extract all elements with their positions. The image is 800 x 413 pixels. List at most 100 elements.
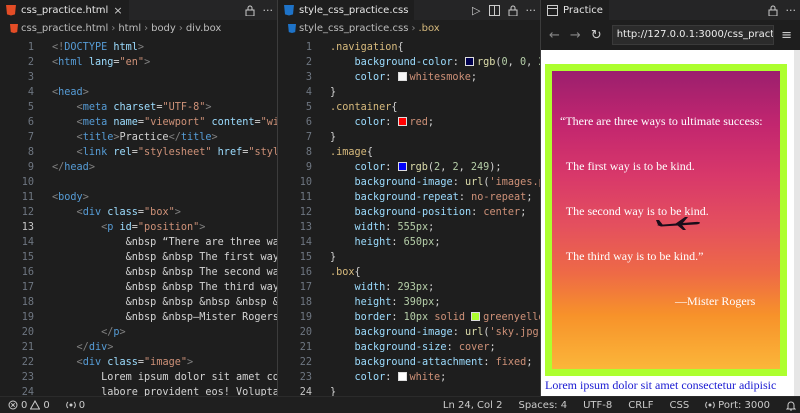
code-line[interactable]: color: white; [330, 370, 446, 385]
code-line[interactable]: .container{ [330, 100, 397, 115]
code-line[interactable]: .box{ [330, 265, 361, 280]
page-scrollbar[interactable] [794, 50, 800, 396]
code-line[interactable]: color: rgb(2, 2, 249); [330, 160, 502, 175]
code-line[interactable]: background-repeat: no-repeat; [330, 190, 533, 205]
css3-icon [288, 24, 296, 33]
code-line[interactable]: &nbsp &nbsp—Mister Rogers [52, 310, 277, 325]
code-line[interactable]: } [330, 385, 336, 396]
code-line[interactable]: height: 650px; [330, 235, 441, 250]
breadcrumb-html[interactable]: html [118, 23, 141, 34]
lock-icon[interactable] [768, 5, 778, 16]
menu-icon[interactable]: ≡ [781, 28, 792, 43]
breadcrumb-body[interactable]: body [151, 23, 176, 34]
code-line[interactable]: } [330, 130, 336, 145]
line-number: 12 [21, 207, 34, 218]
code-line[interactable]: background-image: url('sky.jpg' [330, 325, 540, 340]
line-number: 6 [305, 117, 312, 128]
line-number: 10 [299, 177, 312, 188]
code-line[interactable]: width: 293px; [330, 280, 435, 295]
code-line[interactable]: background-color: rgb(0, 0, 2 [330, 55, 540, 70]
code-line[interactable]: <body> [52, 190, 89, 205]
line-number: 22 [21, 357, 34, 368]
code-line[interactable]: .image{ [330, 145, 373, 160]
code-line[interactable]: <div class="image"> [52, 355, 194, 370]
breadcrumb-div-box[interactable]: div.box [186, 23, 222, 34]
code-line[interactable]: <link rel="stylesheet" href="styl [52, 145, 277, 160]
code-line[interactable]: labore provident eos! Volupta [52, 385, 277, 396]
line-number: 23 [299, 372, 312, 383]
code-line[interactable]: </p> [52, 325, 126, 340]
code-line[interactable]: width: 555px; [330, 220, 435, 235]
language-mode[interactable]: CSS [661, 400, 697, 411]
lock-icon[interactable] [508, 5, 518, 16]
line-number: 13 [299, 222, 312, 233]
code-line[interactable]: <p id="position"> [52, 220, 205, 235]
cursor-position[interactable]: Ln 24, Col 2 [435, 400, 511, 411]
code-line[interactable]: <html lang="en"> [52, 55, 150, 70]
line-number: 12 [299, 207, 312, 218]
indentation[interactable]: Spaces: 4 [510, 400, 575, 411]
line-number: 4 [27, 87, 34, 98]
tab-style-css-practice[interactable]: style_css_practice.css [278, 0, 415, 20]
breadcrumb-selector-box[interactable]: .box [418, 23, 439, 34]
close-tab-icon[interactable]: × [113, 4, 122, 17]
code-line[interactable]: </head> [52, 160, 95, 175]
line-number: 22 [299, 357, 312, 368]
forward-arrow-icon[interactable]: → [570, 28, 581, 43]
code-line[interactable]: &nbsp &nbsp The third way [52, 280, 277, 295]
code-line[interactable]: background-image: url('images.p [330, 175, 540, 190]
breadcrumb-file[interactable]: css_practice.html [21, 23, 108, 34]
lorem-text: Lorem ipsum dolor sit amet consectetur a… [545, 378, 777, 392]
split-editor-icon[interactable] [488, 4, 500, 16]
code-line[interactable]: <head> [52, 85, 89, 100]
code-line[interactable]: .navigation{ [330, 40, 404, 55]
notifications-bell-icon[interactable] [778, 400, 800, 411]
line-number: 17 [299, 282, 312, 293]
tab-practice-preview[interactable]: Practice [541, 0, 609, 20]
address-bar[interactable]: http://127.0.0.1:3000/css_practic [611, 25, 774, 45]
encoding[interactable]: UTF-8 [575, 400, 620, 411]
code-line[interactable]: <meta name="viewport" content="wi [52, 115, 277, 130]
code-line[interactable]: } [330, 85, 336, 100]
breadcrumb-file[interactable]: style_css_practice.css [299, 23, 408, 34]
code-line[interactable]: <title>Practice</title> [52, 130, 218, 145]
reload-icon[interactable]: ↻ [591, 28, 602, 43]
line-endings[interactable]: CRLF [620, 400, 661, 411]
port-label: Port: 3000 [718, 399, 770, 411]
code-line[interactable]: Lorem ipsum dolor sit amet co [52, 370, 277, 385]
code-line[interactable]: color: whitesmoke; [330, 70, 477, 85]
line-number: 8 [305, 147, 312, 158]
run-icon[interactable]: ▷ [472, 4, 480, 17]
ports-count: 0 [78, 399, 86, 411]
line-number: 19 [299, 312, 312, 323]
lock-icon[interactable] [245, 5, 255, 16]
quote-line: “There are three ways to ultimate succes… [560, 114, 763, 128]
tab-label: style_css_practice.css [299, 4, 409, 16]
code-line[interactable]: background-position: center; [330, 205, 527, 220]
code-line[interactable]: &nbsp “There are three wa [52, 235, 277, 250]
ports-indicator[interactable]: 0 [58, 400, 93, 411]
code-line[interactable]: <!DOCTYPE html> [52, 40, 144, 55]
code-line[interactable]: </div> [52, 340, 114, 355]
error-icon [8, 400, 18, 410]
code-line[interactable]: &nbsp &nbsp The first way [52, 250, 277, 265]
code-line[interactable]: background-size: cover; [330, 340, 496, 355]
code-line[interactable]: border: 10px solid greenyello [330, 310, 540, 325]
live-server-port[interactable]: Port: 3000 [697, 400, 778, 411]
code-line[interactable]: &nbsp &nbsp &nbsp &nbsp & [52, 295, 277, 310]
more-actions-icon[interactable]: ··· [526, 4, 537, 17]
code-line[interactable]: <div class="box"> [52, 205, 181, 220]
more-actions-icon[interactable]: ··· [263, 4, 274, 17]
more-actions-icon[interactable]: ··· [786, 4, 797, 17]
back-arrow-icon[interactable]: ← [549, 28, 560, 43]
code-line[interactable]: color: red; [330, 115, 434, 130]
problems-indicator[interactable]: 0 0 [0, 400, 58, 411]
tab-css-practice-html[interactable]: css_practice.html × [0, 0, 129, 20]
code-line[interactable]: height: 390px; [330, 295, 441, 310]
code-line[interactable]: &nbsp &nbsp The second wa [52, 265, 277, 280]
code-line[interactable]: } [330, 250, 336, 265]
line-number: 21 [299, 342, 312, 353]
code-line[interactable]: <meta charset="UTF-8"> [52, 100, 212, 115]
code-line[interactable]: background-attachment: fixed; [330, 355, 533, 370]
quote-box: “There are three ways to ultimate succes… [545, 64, 787, 376]
